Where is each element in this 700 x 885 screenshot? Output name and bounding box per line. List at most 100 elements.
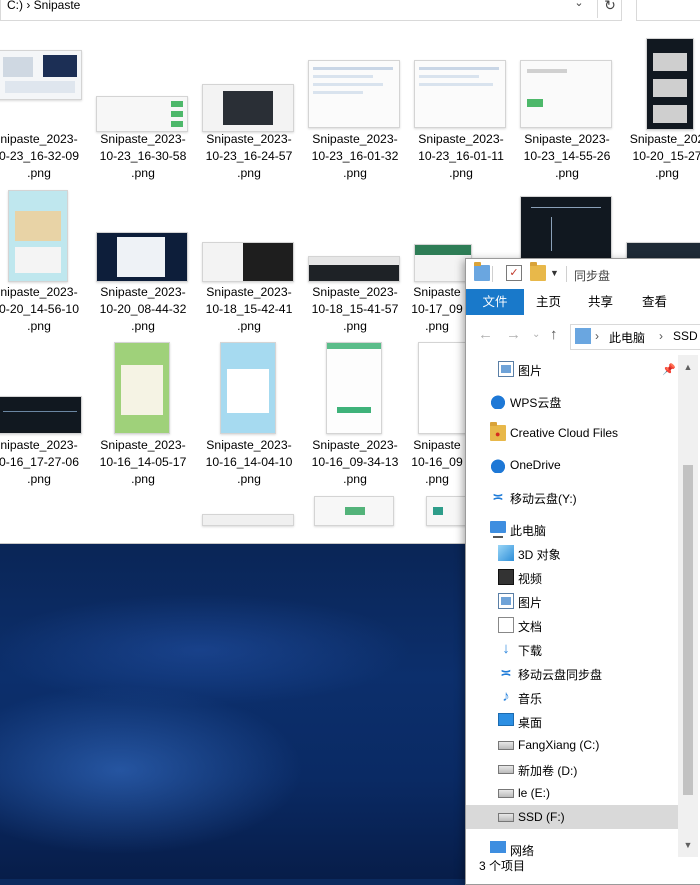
explorer-window: ✓ ▼ 同步盘 文件 主页 共享 查看 ← → ⌄ ↑ › 此电脑 › SSD … xyxy=(465,258,700,885)
file-thumbnail[interactable] xyxy=(202,84,294,132)
tree-item-pictures-quick[interactable]: 图片 📌 xyxy=(466,357,678,381)
tree-item-drive-d[interactable]: 新加卷 (D:) xyxy=(466,757,678,781)
file-name[interactable]: Snipaste_202 10-20_15-27 .png xyxy=(614,131,700,182)
tree-item-desktop[interactable]: 桌面 xyxy=(466,709,678,733)
tree-item-3d-objects[interactable]: 3D 对象 xyxy=(466,541,678,565)
tree-item-label: 移动云盘(Y:) xyxy=(510,492,577,506)
breadcrumb-separator: › xyxy=(659,329,663,343)
tree-item-downloads[interactable]: ↓ 下载 xyxy=(466,637,678,661)
mobile-cloud-sync-icon: ≍ xyxy=(500,665,512,680)
tree-item-onedrive[interactable]: OneDrive xyxy=(466,453,678,477)
file-thumbnail[interactable] xyxy=(202,514,294,526)
file-thumbnail[interactable] xyxy=(0,396,82,434)
tree-item-music[interactable]: ♪ 音乐 xyxy=(466,685,678,709)
file-thumbnail[interactable] xyxy=(326,342,382,434)
file-thumbnail[interactable] xyxy=(202,242,294,282)
file-name[interactable]: Snipaste_2023- 10-16_14-04-10 .png xyxy=(196,437,302,488)
file-thumbnail[interactable] xyxy=(418,342,472,434)
file-thumbnail[interactable] xyxy=(308,256,400,282)
3d-objects-icon xyxy=(498,545,514,561)
file-name[interactable]: nipaste_2023- 0-16_17-27-06 .png xyxy=(0,437,92,488)
file-thumbnail[interactable] xyxy=(96,96,188,132)
file-thumbnail[interactable] xyxy=(646,38,694,130)
tree-item-label: 视频 xyxy=(518,572,543,586)
file-thumbnail[interactable] xyxy=(220,342,276,434)
tab-file[interactable]: 文件 xyxy=(466,289,524,315)
tree-item-label: 此电脑 xyxy=(510,524,547,538)
file-name[interactable]: Snipaste_2023- 10-16_14-05-17 .png xyxy=(90,437,196,488)
file-thumbnail[interactable] xyxy=(8,190,68,282)
file-thumbnail[interactable] xyxy=(414,60,506,128)
file-thumbnail[interactable] xyxy=(96,232,188,282)
tree-item-label: WPS云盘 xyxy=(510,396,562,410)
file-name[interactable]: Snipaste_2023- 10-18_15-42-41 .png xyxy=(196,284,302,335)
file-name[interactable]: Snipaste_2023- 10-23_16-30-58 .png xyxy=(90,131,196,182)
file-thumbnail[interactable] xyxy=(0,50,82,100)
tree-item-pictures[interactable]: 图片 xyxy=(466,589,678,613)
chevron-down-icon[interactable]: ⌄ xyxy=(532,329,540,340)
tab-home[interactable]: 主页 xyxy=(536,289,561,315)
tree-item-label: 图片 xyxy=(518,364,543,378)
tree-item-mobile-cloud-drive[interactable]: ≍ 移动云盘(Y:) xyxy=(466,485,678,509)
tree-item-label: FangXiang (C:) xyxy=(518,738,600,752)
this-pc-icon xyxy=(490,521,506,538)
tree-item-wps-cloud[interactable]: WPS云盘 xyxy=(466,389,678,413)
scrollbar-thumb[interactable] xyxy=(683,465,693,795)
file-thumbnail[interactable] xyxy=(414,244,472,282)
file-thumbnail[interactable] xyxy=(520,60,612,128)
back-arrow-icon[interactable]: ← xyxy=(478,326,493,343)
breadcrumb[interactable]: › 此电脑 › SSD xyxy=(570,324,700,350)
status-bar: 3 个项目 xyxy=(466,857,700,884)
tree-item-videos[interactable]: 视频 xyxy=(466,565,678,589)
tree-item-mobile-cloud-sync[interactable]: ≍ 移动云盘同步盘 xyxy=(466,661,678,685)
breadcrumb-separator: › xyxy=(595,329,599,343)
scroll-down-icon[interactable]: ▼ xyxy=(678,837,698,853)
tree-item-label: le (E:) xyxy=(518,786,551,800)
tree-item-label: 移动云盘同步盘 xyxy=(518,668,603,682)
ribbon-tabs: 文件 主页 共享 查看 xyxy=(466,289,700,316)
scroll-up-icon[interactable]: ▲ xyxy=(678,359,698,375)
new-folder-icon[interactable] xyxy=(530,262,546,281)
tree-item-network[interactable]: 网络 xyxy=(466,837,678,857)
file-name[interactable]: nipaste_2023- 0-20_14-56-10 .png xyxy=(0,284,92,335)
pin-icon[interactable]: 📌 xyxy=(662,363,676,376)
file-thumbnail[interactable] xyxy=(314,496,394,526)
tree-item-drive-f[interactable]: SSD (F:) xyxy=(466,805,678,829)
downloads-icon: ↓ xyxy=(502,640,510,657)
item-count: 3 个项目 xyxy=(479,859,526,873)
file-name[interactable]: Snipaste_2023- 10-23_16-24-57 .png xyxy=(196,131,302,182)
tree-item-creative-cloud[interactable]: ● Creative Cloud Files xyxy=(466,421,678,445)
tree-item-label: 下载 xyxy=(518,644,543,658)
tree-item-label: 文档 xyxy=(518,620,543,634)
tree-item-drive-c[interactable]: FangXiang (C:) xyxy=(466,733,678,757)
customize-toolbar-icon[interactable]: ▼ xyxy=(550,265,566,281)
tree-item-label: 3D 对象 xyxy=(518,548,561,562)
mobile-cloud-drive-icon: ≍ xyxy=(492,489,504,504)
file-thumbnail[interactable] xyxy=(308,60,400,128)
breadcrumb-item[interactable]: SSD xyxy=(673,329,698,343)
tree-item-drive-e[interactable]: le (E:) xyxy=(466,781,678,805)
file-name[interactable]: Snipaste_2023- 10-23_16-01-32 .png xyxy=(302,131,408,182)
tree-item-label: Creative Cloud Files xyxy=(510,426,619,440)
tree-item-label: 音乐 xyxy=(518,692,543,706)
properties-icon[interactable]: ✓ xyxy=(506,265,522,281)
file-name[interactable]: Snipaste_2023- 10-23_14-55-26 .png xyxy=(514,131,620,182)
file-thumbnail[interactable] xyxy=(520,196,612,262)
file-name[interactable]: Snipaste_2023- 10-20_08-44-32 .png xyxy=(90,284,196,335)
breadcrumb-item[interactable]: 此电脑 xyxy=(609,329,645,346)
tree-item-label: OneDrive xyxy=(510,458,561,472)
tab-share[interactable]: 共享 xyxy=(588,289,613,315)
forward-arrow-icon[interactable]: → xyxy=(506,326,521,343)
file-name[interactable]: nipaste_2023- 0-23_16-32-09 .png xyxy=(0,131,92,182)
file-thumbnail[interactable] xyxy=(114,342,170,434)
navigation-bar: ← → ⌄ ↑ › 此电脑 › SSD xyxy=(466,315,700,355)
tree-item-this-pc[interactable]: 此电脑 xyxy=(466,517,678,541)
file-name[interactable]: Snipaste_2023- 10-23_16-01-11 .png xyxy=(408,131,514,182)
documents-icon xyxy=(498,617,514,633)
music-icon: ♪ xyxy=(502,688,510,705)
title-bar[interactable]: ✓ ▼ 同步盘 xyxy=(466,259,700,289)
vertical-scrollbar[interactable]: ▲ ▼ xyxy=(678,355,698,857)
up-arrow-icon[interactable]: ↑ xyxy=(550,326,558,343)
tab-view[interactable]: 查看 xyxy=(642,289,667,315)
tree-item-documents[interactable]: 文档 xyxy=(466,613,678,637)
